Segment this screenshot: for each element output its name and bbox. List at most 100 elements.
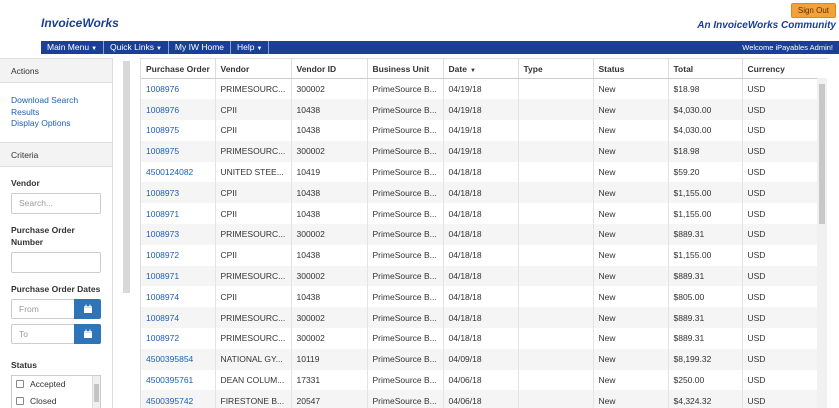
table-row[interactable]: 4500395761 DEAN COLUM... 17331 PrimeSource … — [141, 369, 827, 391]
table-cell: 10438 — [291, 286, 368, 308]
po-link[interactable]: 4500395761 — [141, 369, 216, 391]
po-link[interactable]: 1008972 — [141, 244, 216, 266]
column-header-status[interactable]: Status — [593, 58, 669, 79]
po-link[interactable]: 4500124082 — [141, 161, 216, 183]
actions-header[interactable]: Actions — [0, 58, 112, 83]
community-title: An InvoiceWorks Community — [697, 20, 836, 31]
table-cell: 300002 — [291, 224, 368, 245]
to-calendar-button[interactable] — [74, 323, 101, 344]
po-link[interactable]: 1008973 — [141, 182, 216, 204]
table-row[interactable]: 1008975 PRIMESOURC... 300002 PrimeSource B.… — [141, 140, 827, 162]
to-date-input[interactable]: To — [11, 323, 74, 344]
po-link[interactable]: 1008971 — [141, 203, 216, 225]
date-filter: Purchase Order Dates From To — [0, 273, 112, 344]
po-link[interactable]: 1008976 — [141, 78, 216, 100]
table-row[interactable]: 4500124082 UNITED STEE... 10419 PrimeSource… — [141, 161, 827, 183]
table-row[interactable]: 1008972 PRIMESOURC... 300002 PrimeSource B.… — [141, 328, 827, 349]
table-row[interactable]: 1008971 PRIMESOURC... 300002 PrimeSource B.… — [141, 265, 827, 287]
nav-item-help[interactable]: Help ▼ — [231, 41, 270, 54]
table-row[interactable]: 1008972 CPII 10438 PrimeSource B... 04/18/18… — [141, 244, 827, 266]
table-row[interactable]: 1008976 PRIMESOURC... 300002 PrimeSource B.… — [141, 78, 827, 100]
table-cell — [518, 244, 594, 266]
table-cell: 04/19/18 — [443, 99, 519, 121]
status-option-closed[interactable]: Closed — [12, 393, 100, 408]
table-cell: USD — [742, 99, 827, 121]
po-link[interactable]: 1008971 — [141, 265, 216, 287]
status-option-accepted[interactable]: Accepted — [12, 376, 100, 393]
checkbox[interactable] — [16, 380, 24, 388]
table-cell: $8,199.32 — [668, 348, 743, 370]
table-row[interactable]: 1008975 CPII 10438 PrimeSource B... 04/19/18… — [141, 120, 827, 141]
actions-list: Download Search Results Display Options — [0, 83, 112, 142]
table-cell: New — [593, 120, 669, 141]
table-cell: New — [593, 78, 669, 100]
po-link[interactable]: 1008972 — [141, 328, 216, 349]
status-scrollbar[interactable] — [92, 375, 100, 408]
table-cell: USD — [742, 369, 827, 391]
po-link[interactable]: 1008974 — [141, 286, 216, 308]
table-cell: FIRESTONE B... — [215, 390, 292, 408]
scroll-thumb[interactable] — [94, 383, 99, 402]
table-cell: $889.31 — [668, 224, 743, 245]
table-row[interactable]: 1008976 CPII 10438 PrimeSource B... 04/19/18… — [141, 99, 827, 121]
from-date-input[interactable]: From — [11, 298, 74, 319]
table-cell: PrimeSource B... — [367, 120, 444, 141]
po-link[interactable]: 1008976 — [141, 99, 216, 121]
table-cell: USD — [742, 307, 827, 329]
status-list: Accepted Closed — [11, 374, 101, 408]
column-header-business-unit[interactable]: Business Unit — [367, 58, 444, 79]
brand-logo[interactable]: InvoiceWorks — [41, 16, 119, 30]
criteria-header[interactable]: Criteria — [0, 141, 112, 167]
po-link[interactable]: 1008975 — [141, 120, 216, 141]
table-cell: 04/18/18 — [443, 224, 519, 245]
po-link[interactable]: 1008974 — [141, 307, 216, 329]
column-header-date[interactable]: Date ▼ — [443, 58, 519, 79]
sign-out-button[interactable]: Sign Out — [790, 3, 836, 18]
table-cell: 04/18/18 — [443, 203, 519, 225]
display-options-link[interactable]: Display Options — [11, 118, 101, 130]
column-header-vendor-id[interactable]: Vendor ID — [291, 58, 368, 79]
column-header-total[interactable]: Total — [668, 58, 743, 79]
status-label: Status — [11, 359, 37, 370]
column-header-type[interactable]: Type — [518, 58, 594, 79]
table-cell: PrimeSource B... — [367, 390, 444, 408]
po-link[interactable]: 4500395742 — [141, 390, 216, 408]
table-row[interactable]: 1008973 CPII 10438 PrimeSource B... 04/18/18… — [141, 182, 827, 204]
table-row[interactable]: 4500395854 NATIONAL GY... 10119 PrimeSource… — [141, 348, 827, 370]
po-link[interactable]: 4500395854 — [141, 348, 216, 370]
table-row[interactable]: 1008971 CPII 10438 PrimeSource B... 04/18/18… — [141, 203, 827, 225]
nav-item-my-iw-home[interactable]: My IW Home — [169, 41, 232, 54]
nav-item-main-menu[interactable]: Main Menu ▼ — [41, 41, 105, 54]
table-cell: 300002 — [291, 78, 368, 100]
table-cell: 20547 — [291, 390, 368, 408]
table-row[interactable]: 1008973 PRIMESOURC... 300002 PrimeSource B.… — [141, 224, 827, 245]
po-dates-label: Purchase Order Dates — [11, 283, 101, 294]
nav-item-quick-links[interactable]: Quick Links ▼ — [104, 41, 169, 54]
table-cell: PrimeSource B... — [367, 265, 444, 287]
table-cell: New — [593, 161, 669, 183]
table-row[interactable]: 1008974 CPII 10438 PrimeSource B... 04/18/18… — [141, 286, 827, 308]
table-row[interactable]: 1008974 PRIMESOURC... 300002 PrimeSource B.… — [141, 307, 827, 329]
vendor-search-input[interactable]: Search... — [11, 192, 101, 214]
table-cell: 04/18/18 — [443, 286, 519, 308]
from-calendar-button[interactable] — [74, 298, 101, 319]
table-cell: USD — [742, 161, 827, 183]
column-header-purchase-order[interactable]: Purchase Order — [141, 58, 216, 79]
panel-splitter[interactable] — [123, 61, 130, 293]
table-row[interactable]: 4500395742 FIRESTONE B... 20547 PrimeSource… — [141, 390, 827, 408]
table-cell: $18.98 — [668, 140, 743, 162]
po-number-input[interactable] — [11, 251, 101, 273]
column-header-vendor[interactable]: Vendor — [215, 58, 292, 79]
checkbox[interactable] — [16, 397, 24, 405]
column-header-currency[interactable]: Currency — [742, 58, 827, 79]
table-cell: PRIMESOURC... — [215, 140, 292, 162]
table-cell: 04/18/18 — [443, 182, 519, 204]
po-link[interactable]: 1008975 — [141, 140, 216, 162]
scroll-thumb[interactable] — [819, 84, 825, 224]
table-cell: 04/18/18 — [443, 265, 519, 287]
download-results-link[interactable]: Download Search Results — [11, 95, 101, 118]
grid-scrollbar[interactable] — [817, 78, 827, 408]
table-cell — [518, 140, 594, 162]
table-cell — [518, 369, 594, 391]
po-link[interactable]: 1008973 — [141, 224, 216, 245]
